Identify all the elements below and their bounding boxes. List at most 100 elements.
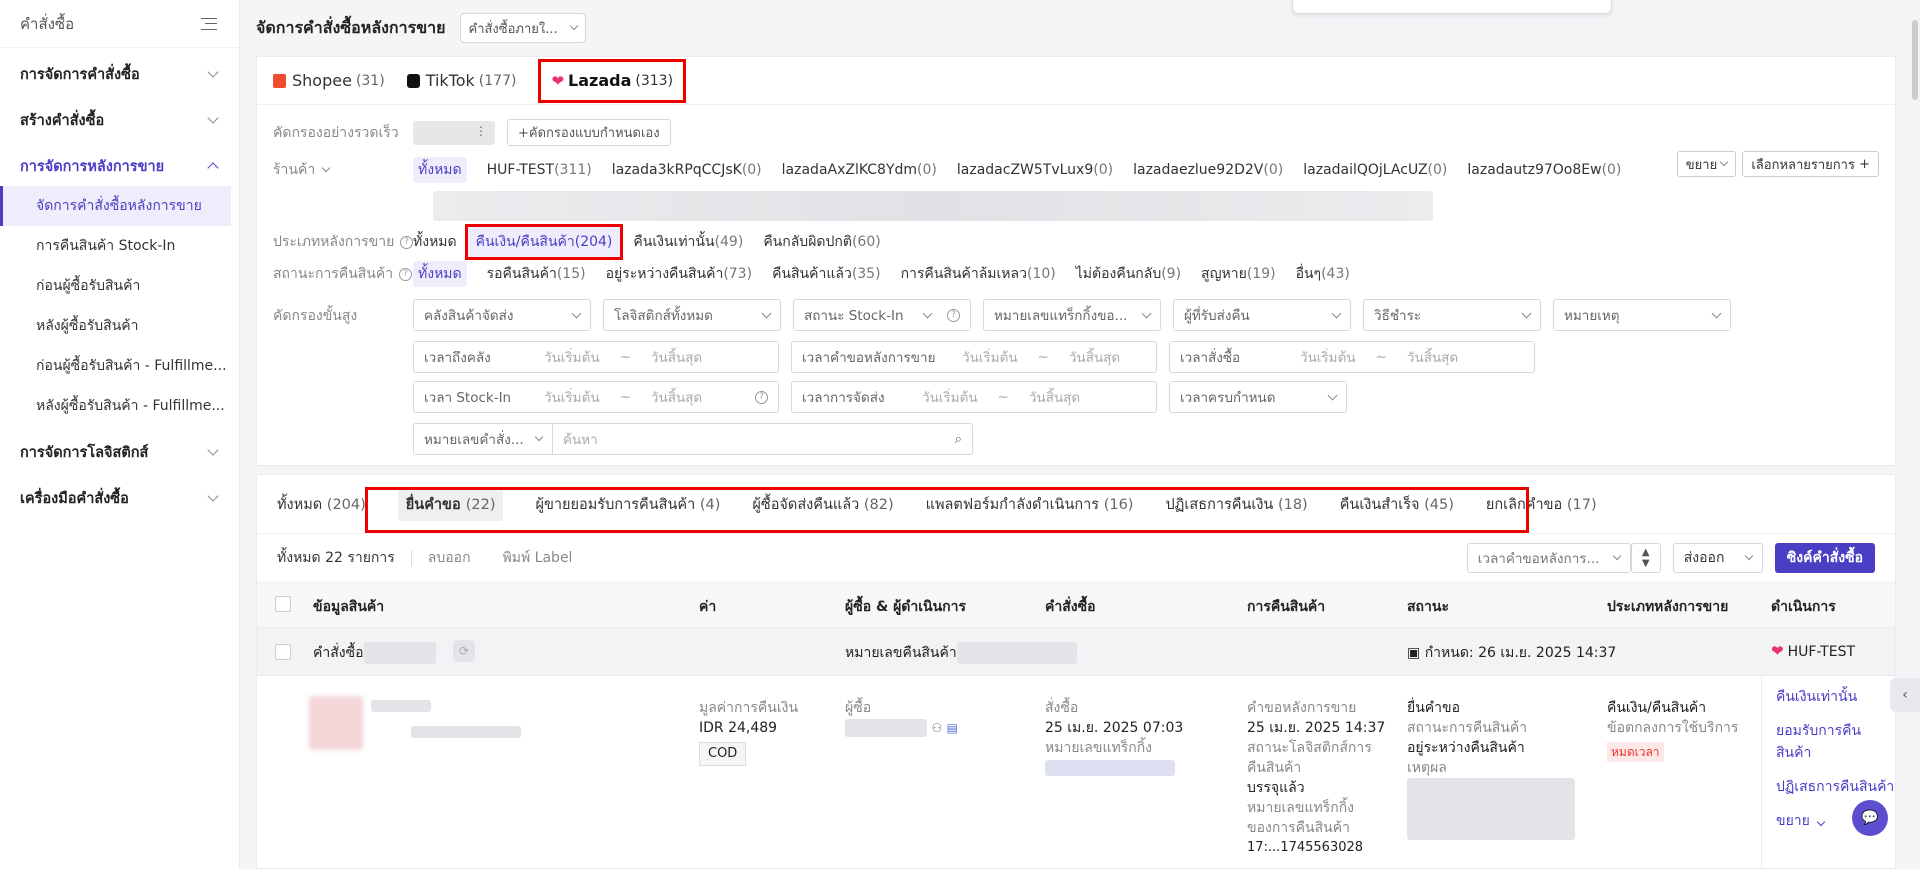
status-option[interactable]: รอคืนสินค้า(15) (487, 263, 586, 285)
sidebar-item-after-sales-orders[interactable]: จัดการคำสั่งซื้อหลังการขาย (0, 186, 231, 226)
order-number[interactable]: คำสั่งซื้อ (313, 642, 436, 664)
shop-option[interactable]: lazadautz97Oo8Ew(0) (1467, 162, 1621, 178)
shop-option[interactable]: lazadaezlue92D2V(0) (1133, 162, 1283, 178)
status-tab-refund-success[interactable]: คืนเงินสำเร็จ (45) (1340, 493, 1454, 516)
user-settings-icon[interactable]: ⚇ (931, 721, 942, 735)
remark-select[interactable]: หมายเหตุ (1553, 299, 1731, 331)
shop-option[interactable]: lazadaAxZlKC8Ydm(0) (782, 162, 937, 178)
tab-tiktok[interactable]: TikTok (177) (406, 59, 516, 103)
status-tab-refund-rejected[interactable]: ปฏิเสธการคืนเงิน (18) (1165, 493, 1307, 516)
status-option[interactable]: อยู่ระหว่างคืนสินค้า(73) (606, 263, 752, 285)
warehouse-select[interactable]: คลังสินค้าจัดส่ง (413, 299, 591, 331)
sidebar-item-after-receipt-fulfillment[interactable]: หลังผู้ซื้อรับสินค้า - Fulfillme... (0, 386, 239, 426)
sidebar-item-after-receipt[interactable]: หลังผู้ซื้อรับสินค้า (0, 306, 239, 346)
stock-in-status-select[interactable]: สถานะ Stock-In? (793, 299, 971, 331)
help-icon[interactable]: ? (947, 308, 960, 322)
status-option[interactable]: อื่นๆ(43) (1296, 263, 1350, 285)
tab-lazada[interactable]: ❤ Lazada (313) (538, 58, 687, 103)
sidebar-header: คำสั่งซื้อ (0, 0, 239, 48)
type-option-refund-only[interactable]: คืนเงินเท่านั้น(49) (633, 231, 743, 253)
shop-option[interactable]: lazada3kRPqCCJsK(0) (612, 162, 762, 178)
status-option[interactable]: ไม่ต้องคืนกลับ(9) (1076, 263, 1181, 285)
type-option-refund-return[interactable]: คืนเงิน/คืนสินค้า(204) (464, 224, 624, 260)
tab-shopee[interactable]: Shopee (31) (273, 59, 385, 103)
sidebar-item-stock-in-returns[interactable]: การคืนสินค้า Stock-In (0, 226, 239, 266)
search-icon[interactable]: ⌕ (955, 432, 962, 447)
chevron-down-icon (1711, 308, 1722, 318)
option-count: (60) (851, 234, 881, 250)
refund-only-link[interactable]: คืนเงินเท่านั้น (1776, 686, 1895, 708)
sidebar-group-order-management[interactable]: การจัดการคำสั่งซื้อ (0, 54, 239, 94)
option-count: (0) (917, 162, 937, 178)
sidebar-group-logistics[interactable]: การจัดการโลจิสติกส์ (0, 432, 239, 472)
sidebar-group-after-sales[interactable]: การจัดการหลังการขาย (0, 146, 239, 186)
sidebar-item-before-receipt-fulfillment[interactable]: ก่อนผู้ซื้อรับสินค้า - Fulfillme... (0, 346, 239, 386)
select-value: คลังสินค้าจัดส่ง (424, 308, 514, 324)
status-tab-all[interactable]: ทั้งหมด (204) (277, 493, 366, 516)
chevron-down-icon (1521, 308, 1532, 318)
status-sub-label: สถานะการคืนสินค้า (1407, 720, 1528, 736)
help-icon[interactable]: ? (400, 235, 413, 249)
due-time-select[interactable]: เวลาครบกำหนด (1169, 381, 1347, 413)
collapse-side-panel-button[interactable]: ‹ (1890, 678, 1920, 712)
reject-return-link[interactable]: ปฏิเสธการคืนสินค้า (1776, 776, 1895, 798)
after-sales-request-range[interactable]: เวลาคำขอหลังการขาย วันเริ่มต้น ~ วันสิ้นสุด (791, 341, 1157, 373)
sidebar-group-order-tools[interactable]: เครื่องมือคำสั่งซื้อ (0, 478, 239, 518)
shipping-time-range[interactable]: เวลาการจัดส่ง วันเริ่มต้น ~ วันสิ้นสุด (791, 381, 1157, 413)
stock-in-time-range[interactable]: เวลา Stock-In วันเริ่มต้น ~ วันสิ้นสุด? (413, 381, 779, 413)
status-tab-buyer-shipped[interactable]: ผู้ซื้อจัดส่งคืนแล้ว (82) (752, 493, 893, 516)
status-tab-requested[interactable]: ยื่นคำขอ (22) (397, 487, 504, 521)
sort-order-toggle[interactable]: ▲ ▼ (1630, 542, 1661, 573)
sync-orders-button[interactable]: ซิงค์คำสั่งซื้อ (1774, 542, 1875, 573)
shop-option-all[interactable]: ทั้งหมด (413, 157, 467, 183)
search-type-select[interactable]: หมายเลขคำสั่ง... (413, 423, 553, 455)
status-tab-cancelled[interactable]: ยกเลิกคำขอ (17) (1486, 493, 1597, 516)
shop-option[interactable]: lazadailQOjLAcUZ(0) (1303, 162, 1447, 178)
collapse-menu-icon[interactable] (201, 17, 217, 30)
export-button[interactable]: ส่งออก (1672, 542, 1763, 573)
search-input[interactable]: ค้นหา ⌕ (553, 423, 973, 455)
custom-filter-button[interactable]: +คัดกรองแบบกำหนดเอง (507, 119, 671, 146)
filter-label[interactable]: ร้านค้า (273, 159, 413, 181)
type-option-abnormal[interactable]: คืนกลับผิดปกติ(60) (763, 231, 880, 253)
status-option[interactable]: คืนสินค้าแล้ว(35) (772, 263, 881, 285)
status-option[interactable]: สูญหาย(19) (1201, 263, 1276, 285)
quick-filter-chip[interactable] (413, 120, 495, 145)
shop-option[interactable]: lazadacZW5TvLux9(0) (957, 162, 1113, 178)
expand-shops-button[interactable]: ขยาย (1676, 151, 1737, 177)
accept-return-link[interactable]: ยอมรับการคืนสินค้า (1776, 720, 1895, 764)
row-checkbox[interactable] (275, 644, 291, 660)
status-tab-seller-accepted[interactable]: ผู้ขายยอมรับการคืนสินค้า (4) (535, 493, 720, 516)
sidebar-item-before-receipt[interactable]: ก่อนผู้ซื้อรับสินค้า (0, 266, 239, 306)
sidebar-group-create-order[interactable]: สร้างคำสั่งซื้อ (0, 100, 239, 140)
return-tracking-value: 17:...1745563028 (1247, 840, 1364, 855)
logistics-select[interactable]: โลจิสติกส์ทั้งหมด (603, 299, 781, 331)
page-scrollbar[interactable] (1912, 20, 1918, 100)
status-tab-platform-processing[interactable]: แพลตฟอร์มกำลังดำเนินการ (16) (926, 493, 1134, 516)
chat-icon[interactable]: ▤ (947, 721, 958, 735)
select-all-checkbox[interactable] (275, 596, 291, 612)
calendar-icon: ▣ (1407, 645, 1425, 661)
status-option[interactable]: การคืนสินค้าล้มเหลว(10) (901, 263, 1056, 285)
sort-select[interactable]: เวลาคำขอหลังการ... (1466, 542, 1631, 573)
order-time-range[interactable]: เวลาสั่งซื้อ วันเริ่มต้น ~ วันสิ้นสุด (1169, 341, 1535, 373)
delete-button[interactable]: ลบออก (428, 547, 471, 569)
refresh-icon[interactable]: ⟳ (453, 640, 475, 662)
multi-select-button[interactable]: เลือกหลายรายการ + (1742, 151, 1879, 177)
payment-method-select[interactable]: วิธีชำระ (1363, 299, 1541, 331)
print-label-button[interactable]: พิมพ์ Label (503, 547, 573, 569)
chevron-down-icon (1331, 308, 1342, 318)
advanced-filter-row-3: เวลา Stock-In วันเริ่มต้น ~ วันสิ้นสุด? เวล… (273, 381, 1879, 413)
tracking-number-select[interactable]: หมายเลขแทร็กกิ้งขอ... (983, 299, 1161, 331)
status-option-all[interactable]: ทั้งหมด (413, 261, 467, 287)
shop-option[interactable]: HUF-TEST(311) (487, 162, 592, 178)
tracking-number-blurred[interactable] (1045, 760, 1175, 776)
button-label: เลือกหลายรายการ (1751, 157, 1855, 173)
type-option-all[interactable]: ทั้งหมด (413, 231, 457, 253)
order-scope-select[interactable]: คำสั่งซื้อภายใ... (459, 13, 586, 43)
help-icon[interactable]: ? (755, 390, 768, 404)
chat-support-button[interactable]: 💬 (1852, 800, 1888, 836)
help-icon[interactable]: ? (399, 267, 413, 281)
warehouse-arrival-range[interactable]: เวลาถึงคลัง วันเริ่มต้น ~ วันสิ้นสุด (413, 341, 779, 373)
return-receiver-select[interactable]: ผู้ที่รับส่งคืน (1173, 299, 1351, 331)
